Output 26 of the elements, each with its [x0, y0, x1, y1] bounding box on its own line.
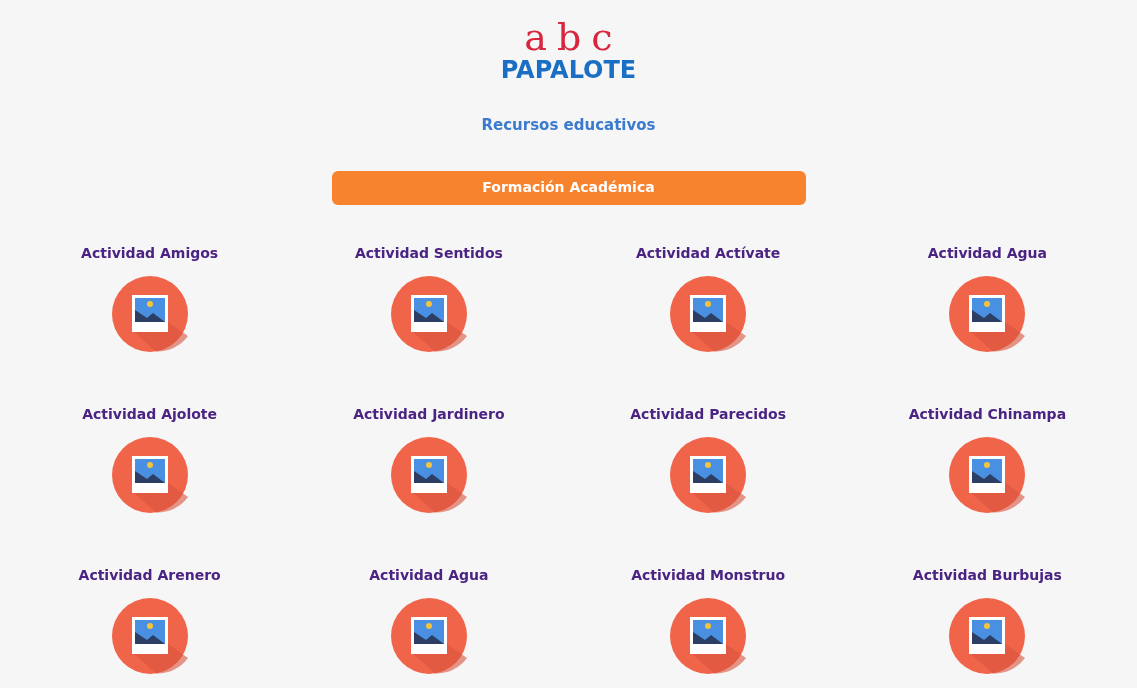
activity-title[interactable]: Actividad Actívate — [635, 242, 781, 264]
activity-title[interactable]: Actividad Amigos — [81, 242, 219, 264]
activity-title[interactable]: Actividad Chinampa — [908, 403, 1067, 425]
activity-title[interactable]: Actividad Arenero — [78, 564, 221, 586]
activity-title[interactable]: Actividad Burbujas — [912, 564, 1062, 586]
picture-icon[interactable] — [111, 597, 188, 674]
picture-icon[interactable] — [949, 436, 1026, 513]
picture-icon[interactable] — [670, 436, 747, 513]
activity-title[interactable]: Actividad Agua — [927, 242, 1047, 264]
subtitle: Recursos educativos — [481, 115, 656, 136]
picture-icon[interactable] — [111, 436, 188, 513]
logo: a b c PAPALOTE — [500, 18, 637, 82]
picture-icon[interactable] — [670, 597, 747, 674]
picture-icon[interactable] — [390, 597, 467, 674]
picture-icon[interactable] — [390, 275, 467, 352]
activity-title[interactable]: Actividad Monstruo — [631, 564, 786, 586]
activity-title[interactable]: Actividad Jardinero — [353, 403, 505, 425]
picture-icon[interactable] — [949, 275, 1026, 352]
activity-title[interactable]: Actividad Parecidos — [630, 403, 786, 425]
picture-icon[interactable] — [111, 275, 188, 352]
activity-title[interactable]: Actividad Agua — [369, 564, 489, 586]
activity-title[interactable]: Actividad Ajolote — [82, 403, 217, 425]
picture-icon[interactable] — [390, 436, 467, 513]
picture-icon[interactable] — [949, 597, 1026, 674]
activity-title[interactable]: Actividad Sentidos — [354, 242, 503, 264]
picture-icon[interactable] — [670, 275, 747, 352]
